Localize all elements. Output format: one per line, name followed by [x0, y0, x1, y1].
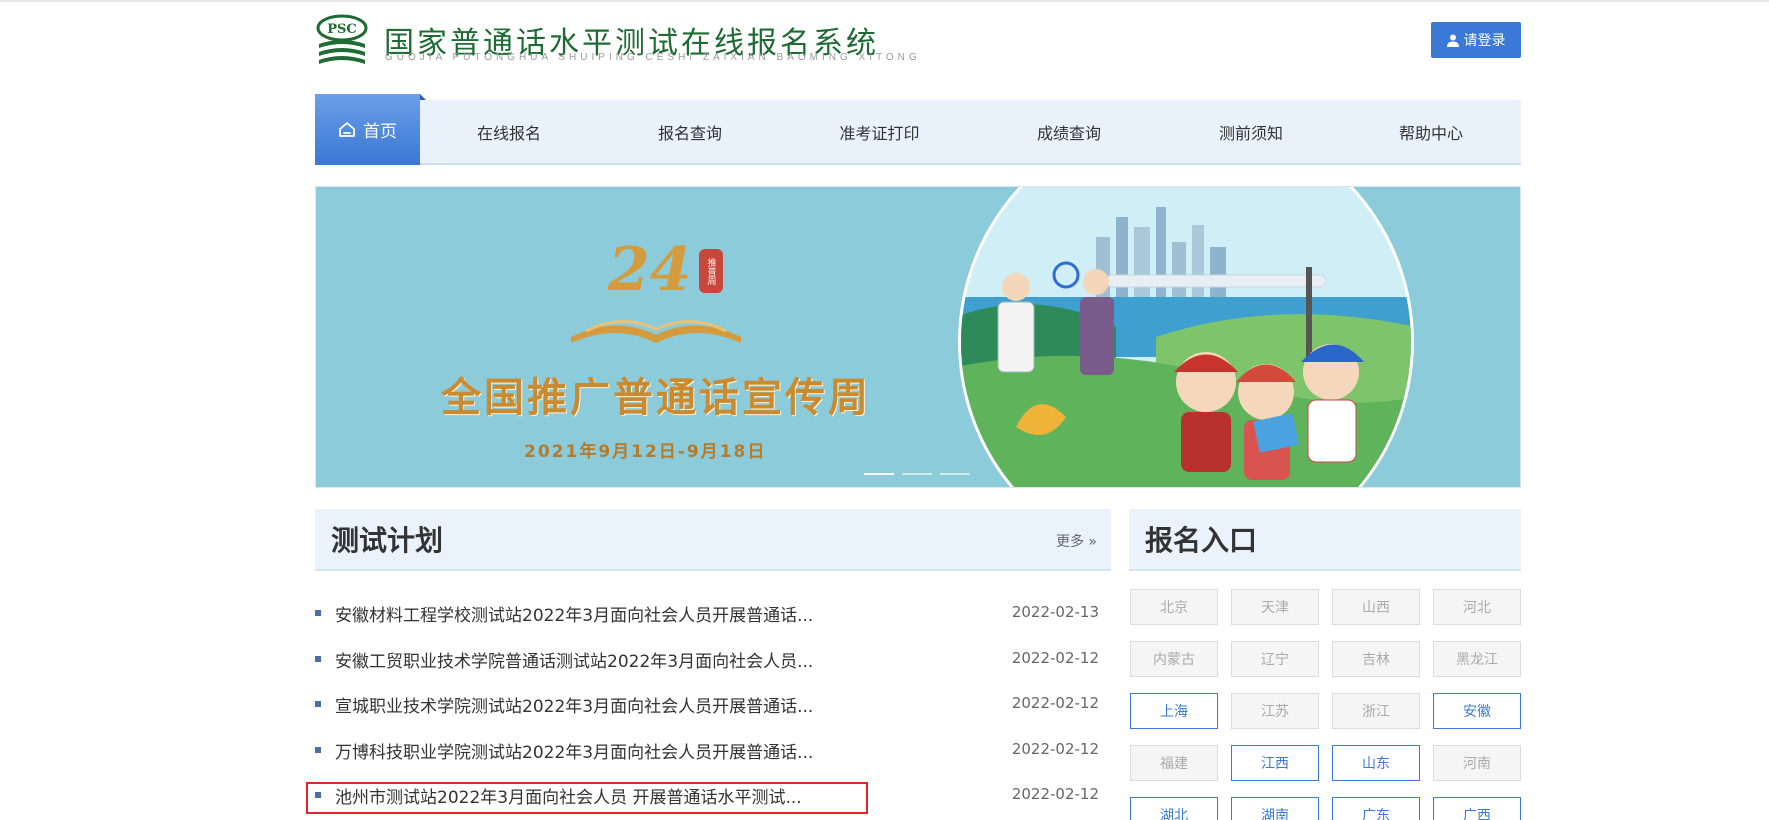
- province-button[interactable]: 山东: [1332, 745, 1420, 781]
- province-grid: 北京 天津 山西 河北内蒙古 辽宁 吉林 黑龙江上海 江苏 浙江 安徽福建 江西 山东 河南湖北 湖南 广东…: [1130, 589, 1522, 820]
- province-button: 福建: [1130, 745, 1218, 781]
- open-book-icon: [571, 319, 741, 343]
- nav-score-query[interactable]: 成绩查询: [977, 100, 1161, 163]
- banner-illustration: [958, 187, 1414, 487]
- banner-dot-3[interactable]: [940, 473, 970, 475]
- province-button: 河南: [1433, 745, 1521, 781]
- plan-item-link[interactable]: 安徽材料工程学校测试站2022年3月面向社会人员开展普通话...: [335, 601, 813, 626]
- main-nav: 首页 在线报名 报名查询 准考证打印 成绩查询 测前须知 帮助中心: [315, 94, 1521, 165]
- province-button: 北京: [1130, 589, 1218, 625]
- plan-item: 万博科技职业学院测试站2022年3月面向社会人员开展普通话... 2022-02…: [315, 728, 1111, 774]
- plan-item-link[interactable]: 安徽工贸职业技术学院普通话测试站2022年3月面向社会人员...: [335, 647, 813, 672]
- province-button: 黑龙江: [1433, 641, 1521, 677]
- nav-home[interactable]: 首页: [315, 94, 426, 165]
- nav-admission-print[interactable]: 准考证打印: [782, 100, 977, 163]
- plan-item: 安徽材料工程学校测试站2022年3月面向社会人员开展普通话... 2022-02…: [315, 591, 1111, 637]
- province-button: 吉林: [1332, 641, 1420, 677]
- province-button[interactable]: 上海: [1130, 693, 1218, 729]
- logo-text: PSC: [327, 22, 357, 37]
- province-button: 山西: [1332, 589, 1420, 625]
- nav-pretest-notes[interactable]: 测前须知: [1161, 100, 1341, 163]
- province-button[interactable]: 广东: [1332, 797, 1420, 820]
- user-icon: [1446, 34, 1459, 47]
- nav-signup-query[interactable]: 报名查询: [598, 100, 782, 163]
- plan-item-date: 2022-02-13: [1011, 603, 1099, 621]
- signup-entry-header: 报名入口: [1129, 509, 1521, 571]
- banner-dot-2[interactable]: [902, 473, 932, 475]
- nav-home-label: 首页: [363, 122, 397, 142]
- province-button: 天津: [1231, 589, 1319, 625]
- highlight-box: [306, 782, 868, 814]
- province-button: 江苏: [1231, 693, 1319, 729]
- hero-banner[interactable]: 24 推普周 全国推广普通话宣传周 2021年9月12日-9月18日: [315, 186, 1521, 488]
- home-icon: [339, 122, 355, 137]
- plan-item: 安徽工贸职业技术学院普通话测试站2022年3月面向社会人员... 2022-02…: [315, 637, 1111, 683]
- test-plan-title: 测试计划: [331, 524, 444, 557]
- bullet-icon: [315, 701, 321, 707]
- plan-item: 宣城职业技术学院测试站2022年3月面向社会人员开展普通话... 2022-02…: [315, 682, 1111, 728]
- plan-item-date: 2022-02-12: [1011, 648, 1099, 667]
- banner-badge: 推普周: [699, 249, 723, 293]
- test-plan-header: 测试计划 更多 »: [315, 509, 1111, 571]
- more-link[interactable]: 更多 »: [1056, 531, 1097, 551]
- login-button[interactable]: 请登录: [1431, 22, 1521, 58]
- province-button[interactable]: 江西: [1231, 745, 1319, 781]
- top-border: [0, 0, 1769, 2]
- plan-item-date: 2022-02-12: [1011, 785, 1099, 803]
- psc-logo: PSC: [316, 14, 368, 64]
- nav-help-center[interactable]: 帮助中心: [1341, 100, 1521, 163]
- bullet-icon: [315, 746, 321, 753]
- plan-item-link[interactable]: 宣城职业技术学院测试站2022年3月面向社会人员开展普通话...: [335, 692, 813, 717]
- login-label: 请登录: [1463, 33, 1506, 49]
- plan-item-date: 2022-02-12: [1011, 694, 1099, 712]
- province-button[interactable]: 广西: [1433, 797, 1521, 820]
- province-button: 浙江: [1332, 693, 1420, 729]
- banner-date: 2021年9月12日-9月18日: [524, 442, 767, 462]
- site-subtitle: GUOJIA PUTONGHUA SHUIPING CESHI ZAIXIAN …: [385, 52, 921, 63]
- banner-headline: 全国推广普通话宣传周: [441, 374, 871, 421]
- signup-entry-title: 报名入口: [1145, 524, 1258, 557]
- province-button[interactable]: 安徽: [1433, 693, 1521, 729]
- nav-online-signup[interactable]: 在线报名: [420, 100, 598, 163]
- bullet-icon: [315, 655, 321, 662]
- plan-item-date: 2022-02-12: [1011, 739, 1099, 758]
- province-button[interactable]: 湖北: [1130, 797, 1218, 820]
- province-button: 内蒙古: [1130, 641, 1218, 677]
- province-button: 河北: [1433, 589, 1521, 625]
- bullet-icon: [315, 610, 321, 616]
- province-button: 辽宁: [1231, 641, 1319, 677]
- banner-dot-1[interactable]: [864, 473, 894, 475]
- banner-number: 24: [608, 235, 692, 305]
- plan-item-link[interactable]: 万博科技职业学院测试站2022年3月面向社会人员开展普通话...: [335, 738, 813, 763]
- banner-pagination: [864, 473, 970, 475]
- province-button[interactable]: 湖南: [1231, 797, 1319, 820]
